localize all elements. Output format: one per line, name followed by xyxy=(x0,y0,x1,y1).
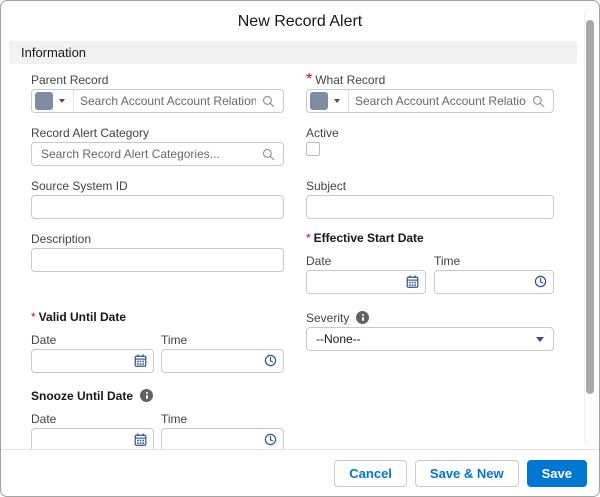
chevron-down-icon xyxy=(59,99,65,103)
date-sublabel: Date xyxy=(31,334,56,346)
calendar-icon[interactable] xyxy=(406,275,419,288)
scrollbar-track[interactable] xyxy=(584,8,596,446)
calendar-icon[interactable] xyxy=(134,354,147,367)
clock-icon[interactable] xyxy=(264,433,277,446)
time-sublabel: Time xyxy=(434,255,460,267)
parent-record-lookup[interactable] xyxy=(31,89,284,113)
clock-icon[interactable] xyxy=(264,354,277,367)
record-object-icon xyxy=(35,92,53,110)
severity-select[interactable]: --None-- xyxy=(306,327,554,351)
what-record-lookup[interactable] xyxy=(306,89,554,113)
required-asterisk: * xyxy=(31,311,36,323)
field-parent-record: Parent Record xyxy=(31,73,284,113)
subject-label: Subject xyxy=(306,180,346,192)
date-sublabel: Date xyxy=(306,255,331,267)
field-active: Active xyxy=(306,126,554,166)
effective-start-date-label: * Effective Start Date xyxy=(306,232,554,244)
subject-input[interactable] xyxy=(306,195,554,219)
snooze-until-date-label: Snooze Until Date xyxy=(31,389,284,402)
form-row: Snooze Until Date Date Tim xyxy=(31,389,599,452)
required-asterisk: * xyxy=(306,232,311,244)
save-and-new-button[interactable]: Save & New xyxy=(415,460,519,487)
effective-start-date-time-field: Time xyxy=(434,254,554,294)
field-record-alert-category: Record Alert Category xyxy=(31,126,284,166)
field-effective-start-date: * Effective Start Date Date xyxy=(306,232,554,294)
save-button[interactable]: Save xyxy=(527,460,587,487)
record-alert-category-lookup[interactable] xyxy=(31,142,284,166)
record-alert-category-search-input[interactable] xyxy=(32,143,262,165)
field-description: Description xyxy=(31,232,284,294)
record-alert-category-label: Record Alert Category xyxy=(31,127,149,139)
chevron-down-icon xyxy=(536,337,544,342)
description-label: Description xyxy=(31,233,91,245)
valid-until-date-label: * Valid Until Date xyxy=(31,311,284,323)
what-record-object-switcher[interactable] xyxy=(307,90,349,112)
form-row: Parent Record * What Record xyxy=(31,73,599,113)
form-row: Source System ID Subject xyxy=(31,179,599,219)
field-subject: Subject xyxy=(306,179,554,219)
valid-until-date-time-field: Time xyxy=(161,333,284,373)
field-what-record: * What Record xyxy=(306,73,554,113)
active-label: Active xyxy=(306,127,339,139)
modal-footer: Cancel Save & New Save xyxy=(1,449,599,496)
active-checkbox[interactable] xyxy=(306,142,320,156)
form-row: Description * Effective Start Date Date xyxy=(31,232,599,294)
scrollbar-thumb[interactable] xyxy=(586,20,594,394)
field-valid-until-date: * Valid Until Date Date Tim xyxy=(31,311,284,373)
time-sublabel: Time xyxy=(161,334,187,346)
empty-cell xyxy=(306,389,554,452)
modal-title: New Record Alert xyxy=(1,1,599,31)
section-header-label: Information xyxy=(21,45,86,60)
source-system-id-label: Source System ID xyxy=(31,180,128,192)
record-alert-form: Parent Record * What Record xyxy=(1,64,599,452)
field-source-system-id: Source System ID xyxy=(31,179,284,219)
description-input[interactable] xyxy=(31,248,284,272)
new-record-alert-modal: New Record Alert Information Parent Reco… xyxy=(0,0,600,497)
search-icon xyxy=(532,95,553,108)
severity-label: Severity xyxy=(306,312,349,324)
parent-record-search-input[interactable] xyxy=(74,90,262,112)
effective-start-date-date-field: Date xyxy=(306,254,426,294)
date-sublabel: Date xyxy=(31,413,56,425)
source-system-id-input[interactable] xyxy=(31,195,284,219)
search-icon xyxy=(262,148,283,161)
severity-selected-value: --None-- xyxy=(316,332,361,346)
info-icon[interactable] xyxy=(140,389,153,402)
clock-icon[interactable] xyxy=(534,275,547,288)
time-sublabel: Time xyxy=(161,413,187,425)
parent-record-object-switcher[interactable] xyxy=(32,90,74,112)
required-asterisk: * xyxy=(306,71,312,89)
snooze-until-date-date-field: Date xyxy=(31,412,154,452)
section-header-information: Information xyxy=(9,41,577,64)
snooze-until-date-time-field: Time xyxy=(161,412,284,452)
cancel-button[interactable]: Cancel xyxy=(334,460,407,487)
chevron-down-icon xyxy=(334,99,340,103)
form-row: Record Alert Category Active xyxy=(31,126,599,166)
info-icon[interactable] xyxy=(356,311,369,324)
form-row: * Valid Until Date Date Tim xyxy=(31,311,599,373)
search-icon xyxy=(262,95,283,108)
what-record-search-input[interactable] xyxy=(349,90,532,112)
record-object-icon xyxy=(310,92,328,110)
what-record-label: What Record xyxy=(315,74,385,86)
parent-record-label: Parent Record xyxy=(31,74,108,86)
field-severity: Severity --None-- xyxy=(306,311,554,373)
calendar-icon[interactable] xyxy=(134,433,147,446)
valid-until-date-date-field: Date xyxy=(31,333,154,373)
field-snooze-until-date: Snooze Until Date Date Tim xyxy=(31,389,284,452)
